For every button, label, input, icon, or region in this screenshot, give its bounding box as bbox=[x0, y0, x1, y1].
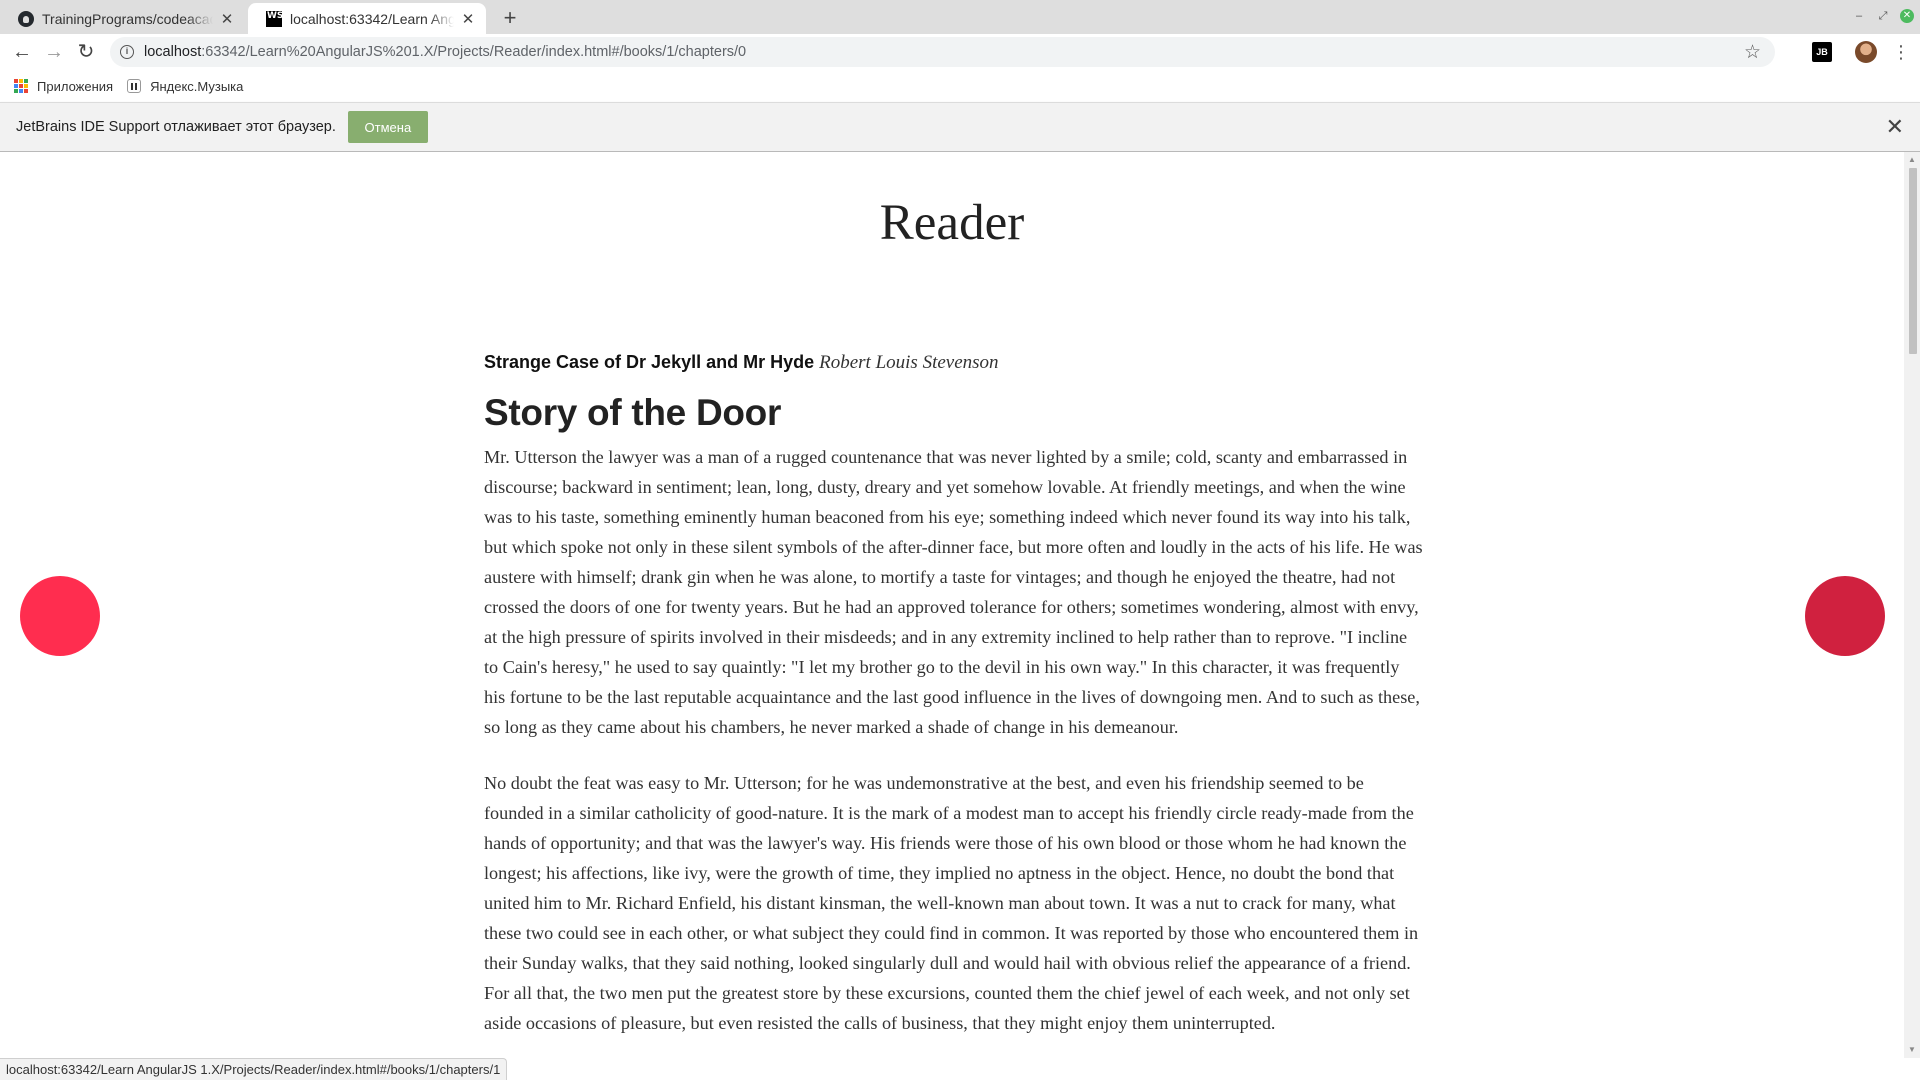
bookmark-star-icon[interactable]: ☆ bbox=[1744, 41, 1761, 64]
book-author: Robert Louis Stevenson bbox=[819, 352, 999, 373]
tab-localhost[interactable]: WS localhost:63342/Learn AngularJS ✕ bbox=[248, 3, 486, 34]
window-controls: – ⤢ ✕ bbox=[1852, 7, 1914, 25]
scroll-thumb[interactable] bbox=[1909, 168, 1917, 354]
chapter-paragraph: No doubt the feat was easy to Mr. Utters… bbox=[484, 773, 1419, 1033]
url-path: :63342/Learn%20AngularJS%201.X/Projects/… bbox=[201, 44, 747, 60]
status-url-bubble: localhost:63342/Learn AngularJS 1.X/Proj… bbox=[0, 1058, 508, 1080]
page-viewport: Reader Strange Case of Dr Jekyll and Mr … bbox=[0, 152, 1904, 1058]
bookmark-yandex-music[interactable]: Яндекс.Музыка bbox=[127, 79, 243, 94]
info-icon[interactable]: i bbox=[120, 45, 134, 59]
minimize-icon[interactable]: – bbox=[1852, 9, 1866, 23]
profile-avatar[interactable] bbox=[1855, 41, 1877, 63]
close-icon[interactable]: ✕ bbox=[1886, 116, 1904, 138]
scroll-down-icon[interactable]: ▼ bbox=[1908, 1046, 1916, 1054]
browser-toolbar: ← → ↻ i localhost:63342/Learn%20AngularJ… bbox=[0, 34, 1920, 70]
window-close-icon[interactable]: ✕ bbox=[1900, 9, 1914, 23]
page-title: Reader bbox=[879, 195, 1025, 251]
page-scrollbar[interactable]: ▲ ▼ bbox=[1904, 152, 1920, 1058]
bookmark-label: Яндекс.Музыка bbox=[150, 78, 244, 94]
tab-close-icon[interactable]: ✕ bbox=[219, 10, 235, 28]
forward-arrow-icon[interactable]: → bbox=[40, 38, 68, 66]
url-host: localhost bbox=[144, 44, 202, 60]
infobar-message: JetBrains IDE Support отлаживает этот бр… bbox=[16, 119, 336, 135]
new-tab-button[interactable]: + bbox=[497, 5, 523, 31]
bookmark-label: Приложения bbox=[37, 78, 114, 94]
tab-strip: TrainingPrograms/codeacademy ✕ WS localh… bbox=[0, 0, 1920, 34]
book-title: Strange Case of Dr Jekyll and Mr Hyde bbox=[484, 352, 815, 372]
back-arrow-icon[interactable]: ← bbox=[8, 38, 36, 66]
chapter-paragraph: Mr. Utterson the lawyer was a man of a r… bbox=[484, 447, 1423, 737]
jetbrains-extension-icon[interactable]: JB bbox=[1812, 42, 1832, 62]
tab-github[interactable]: TrainingPrograms/codeacademy ✕ bbox=[0, 3, 245, 34]
tab-close-icon[interactable]: ✕ bbox=[460, 10, 476, 28]
previous-chapter-button[interactable] bbox=[20, 576, 100, 656]
debug-infobar: JetBrains IDE Support отлаживает этот бр… bbox=[0, 102, 1920, 152]
bookmarks-bar: Приложения Яндекс.Музыка bbox=[0, 70, 1920, 102]
yandex-music-icon bbox=[127, 79, 142, 93]
chapter-title: Story of the Door bbox=[484, 392, 782, 433]
scroll-up-icon[interactable]: ▲ bbox=[1908, 156, 1916, 164]
tab-title: localhost:63342/Learn AngularJS bbox=[290, 10, 454, 27]
cancel-debug-button[interactable]: Отмена bbox=[347, 111, 428, 143]
menu-dots-icon[interactable]: ⋮ bbox=[1892, 39, 1910, 65]
restore-icon[interactable]: ⤢ bbox=[1876, 9, 1890, 23]
github-icon bbox=[18, 10, 34, 27]
reload-icon[interactable]: ↻ bbox=[72, 38, 100, 66]
address-bar[interactable]: i localhost:63342/Learn%20AngularJS%201.… bbox=[110, 37, 1775, 67]
tab-title: TrainingPrograms/codeacademy bbox=[42, 10, 213, 27]
book-header: Strange Case of Dr Jekyll and Mr Hyde Ro… bbox=[484, 352, 1424, 374]
reader-content: Strange Case of Dr Jekyll and Mr Hyde Ro… bbox=[484, 352, 1424, 1058]
apps-grid-icon bbox=[14, 79, 28, 93]
webstorm-icon: WS bbox=[266, 10, 283, 27]
next-chapter-button[interactable] bbox=[1805, 576, 1885, 656]
bookmark-apps[interactable]: Приложения bbox=[14, 79, 113, 94]
